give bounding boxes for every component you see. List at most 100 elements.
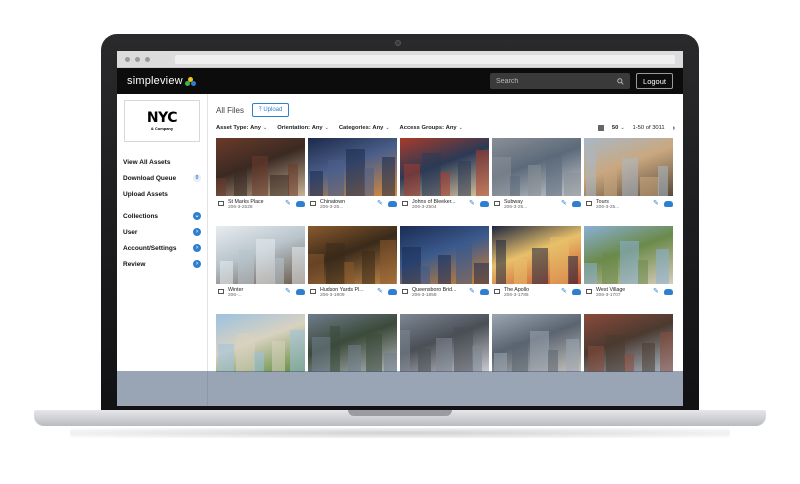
edit-icon[interactable]: ✎	[377, 288, 384, 295]
photo-detail	[330, 326, 340, 372]
sidebar-item-user[interactable]: User ›	[123, 224, 201, 240]
filter-categories[interactable]: Categories: Any ⌄	[339, 125, 390, 131]
cloud-download-icon[interactable]	[480, 289, 489, 295]
address-bar[interactable]	[175, 54, 675, 64]
photo-detail	[236, 333, 255, 372]
edit-icon[interactable]: ✎	[653, 288, 660, 295]
sidebar: NYC & Company View All Assets Download Qu…	[117, 94, 208, 406]
asset-thumbnail[interactable]	[400, 314, 489, 372]
photo-detail	[348, 345, 361, 372]
per-page-select[interactable]: 50 ⌄	[612, 125, 625, 131]
edit-icon[interactable]: ✎	[561, 288, 568, 295]
edit-icon[interactable]: ✎	[469, 200, 476, 207]
asset-thumbnail[interactable]	[216, 226, 305, 284]
sidebar-item-account-settings[interactable]: Account/Settings ›	[123, 240, 201, 256]
photo-detail	[510, 176, 520, 196]
asset-actions: ✎	[285, 288, 305, 295]
image-type-icon	[494, 289, 500, 294]
asset-card[interactable]: Subway 206-3-25... ✎	[492, 138, 581, 222]
asset-card[interactable]: Queensboro Brid... 206-3-1858 ✎	[400, 226, 489, 310]
sidebar-item-view-all-assets[interactable]: View All Assets	[123, 154, 201, 170]
cloud-download-icon[interactable]	[664, 289, 673, 295]
edit-icon[interactable]: ✎	[561, 200, 568, 207]
asset-thumbnail[interactable]	[584, 226, 673, 284]
asset-meta: St Marks Place 206-3-2528 ✎	[216, 199, 305, 215]
asset-thumbnail[interactable]	[400, 138, 489, 196]
photo-detail	[604, 169, 617, 196]
photo-detail	[274, 258, 284, 284]
sidebar-item-review[interactable]: Review ›	[123, 256, 201, 272]
asset-id: 206-3-25...	[320, 205, 344, 210]
asset-thumbnail[interactable]	[492, 138, 581, 196]
photo-detail	[440, 172, 450, 196]
laptop-screen: simpleview Logout NYC & Co	[117, 51, 683, 406]
asset-thumbnail[interactable]	[216, 314, 305, 372]
asset-thumbnail[interactable]	[584, 314, 673, 372]
photo-detail	[422, 153, 441, 196]
client-logo[interactable]: NYC & Company	[124, 100, 200, 142]
edit-icon[interactable]: ✎	[285, 200, 292, 207]
asset-thumbnail[interactable]	[400, 226, 489, 284]
grid-view-icon[interactable]	[597, 125, 604, 131]
asset-card[interactable]: Winter 206-... ✎	[216, 226, 305, 310]
edit-icon[interactable]: ✎	[377, 200, 384, 207]
asset-card[interactable]: Hudson Yards Pl... 206-3-1909 ✎	[308, 226, 397, 310]
filter-orientation[interactable]: Orientation: Any ⌄	[277, 125, 329, 131]
asset-card[interactable]: St Marks Place 206-3-2528 ✎	[216, 138, 305, 222]
asset-thumbnail[interactable]	[492, 226, 581, 284]
photo-detail	[254, 352, 264, 372]
chevron-right-icon[interactable]: ›	[193, 228, 201, 236]
edit-icon[interactable]: ✎	[653, 200, 660, 207]
screen-overlay-band	[117, 371, 683, 406]
asset-meta: Chinatown 206-3-25... ✎	[308, 199, 397, 215]
edit-icon[interactable]: ✎	[285, 288, 292, 295]
cloud-download-icon[interactable]	[572, 201, 581, 207]
cloud-download-icon[interactable]	[296, 201, 305, 207]
cloud-download-icon[interactable]	[664, 201, 673, 207]
asset-thumbnail[interactable]	[216, 138, 305, 196]
asset-card[interactable]: Chinatown 206-3-25... ✎	[308, 138, 397, 222]
cloud-download-icon[interactable]	[296, 289, 305, 295]
asset-card[interactable]: The Apollo 206-3-1786 ✎	[492, 226, 581, 310]
cloud-download-icon[interactable]	[388, 201, 397, 207]
photo-detail	[566, 339, 579, 372]
image-type-icon	[310, 289, 316, 294]
sidebar-item-upload-assets[interactable]: Upload Assets	[123, 186, 201, 202]
upload-button[interactable]: ⤒ Upload	[252, 103, 290, 117]
image-type-icon	[310, 201, 316, 206]
image-type-icon	[494, 201, 500, 206]
chevron-right-icon[interactable]: ›	[193, 260, 201, 268]
chevron-right-icon[interactable]: ›	[193, 244, 201, 252]
asset-card[interactable]: West Village 206-3-1707 ✎	[584, 226, 673, 310]
cloud-download-icon[interactable]	[480, 201, 489, 207]
chevron-down-icon[interactable]: ⌄	[193, 212, 201, 220]
asset-thumbnail[interactable]	[584, 138, 673, 196]
photo-detail	[454, 327, 473, 372]
filter-label: Access Groups:	[399, 125, 445, 131]
edit-icon[interactable]: ✎	[469, 288, 476, 295]
photo-detail	[326, 243, 345, 284]
asset-thumbnail[interactable]	[308, 226, 397, 284]
search-input[interactable]	[496, 77, 618, 85]
next-page-icon[interactable]: ›	[673, 125, 675, 132]
brand-logo[interactable]: simpleview	[127, 75, 196, 87]
asset-thumbnail[interactable]	[308, 314, 397, 372]
sidebar-item-collections[interactable]: Collections ⌄	[123, 208, 201, 224]
sidebar-item-download-queue[interactable]: Download Queue 0	[123, 170, 201, 186]
asset-thumbnail[interactable]	[492, 314, 581, 372]
asset-card[interactable]: Johns of Bleeker... 206-3-2504 ✎	[400, 138, 489, 222]
asset-text: Winter 206-...	[228, 287, 285, 299]
cloud-download-icon[interactable]	[388, 289, 397, 295]
filter-asset-type[interactable]: Asset Type: Any ⌄	[216, 125, 267, 131]
asset-text: Queensboro Brid... 206-3-1858	[412, 287, 469, 299]
asset-text: St Marks Place 206-3-2528	[228, 199, 285, 211]
asset-thumbnail[interactable]	[308, 138, 397, 196]
filter-access-groups[interactable]: Access Groups: Any ⌄	[400, 125, 463, 131]
search-icon[interactable]	[617, 77, 624, 85]
photo-detail	[364, 168, 374, 196]
asset-card[interactable]: Tours 206-3-25... ✎	[584, 138, 673, 222]
asset-text: Subway 206-3-25...	[504, 199, 561, 211]
cloud-download-icon[interactable]	[572, 289, 581, 295]
image-type-icon	[218, 289, 224, 294]
logout-button[interactable]: Logout	[636, 73, 673, 89]
